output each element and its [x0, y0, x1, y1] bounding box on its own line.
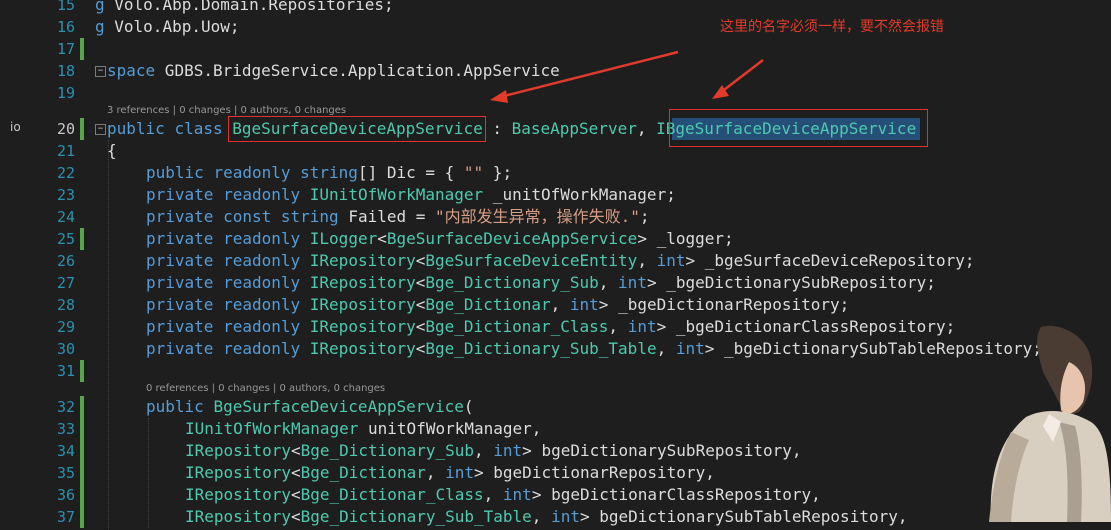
code-line-28: private readonly IRepository<Bge_Diction…: [146, 295, 850, 314]
line-number: 35: [56, 464, 75, 482]
change-indicator: [80, 38, 84, 60]
code-line-33: IUnitOfWorkManager unitOfWorkManager,: [185, 419, 542, 438]
line-number: 25: [56, 230, 75, 248]
line-number: 24: [56, 208, 75, 226]
code-line-18: space GDBS.BridgeService.Application.App…: [107, 61, 560, 80]
annotation-note: 这里的名字必须一样，要不然会报错: [720, 19, 944, 35]
code-line-24: private const string Failed = "内部发生异常，操作…: [146, 207, 650, 226]
code-line-32: public BgeSurfaceDeviceAppService(: [146, 397, 474, 416]
line-number: 23: [56, 186, 75, 204]
code-line-16: g Volo.Abp.Uow;: [95, 17, 240, 36]
line-number: 37: [56, 508, 75, 526]
code-line-26: private readonly IRepository<BgeSurfaceD…: [146, 251, 975, 270]
code-line-27: private readonly IRepository<Bge_Diction…: [146, 273, 936, 292]
code-line-36: IRepository<Bge_Dictionar_Class, int> bg…: [185, 485, 821, 504]
line-number-current: 20: [56, 120, 75, 138]
code-line-22: public readonly string[] Dic = { "" };: [146, 163, 513, 182]
interface-name-highlight-box: [669, 109, 928, 147]
line-number: 15: [56, 0, 75, 14]
line-number: 19: [56, 84, 75, 102]
code-line-37: IRepository<Bge_Dictionary_Sub_Table, in…: [185, 507, 908, 526]
line-number: 21: [56, 142, 75, 160]
code-line-34: IRepository<Bge_Dictionary_Sub, int> bge…: [185, 441, 802, 460]
line-number: 26: [56, 252, 75, 270]
line-number: 22: [56, 164, 75, 182]
line-number: 31: [56, 362, 75, 380]
line-number: 18: [56, 62, 75, 80]
line-number: 29: [56, 318, 75, 336]
change-indicator: [80, 118, 84, 140]
line-number: 32: [56, 398, 75, 416]
line-number: 28: [56, 296, 75, 314]
background-character-illustration: [989, 325, 1111, 522]
change-indicator: [80, 228, 84, 250]
code-line-35: IRepository<Bge_Dictionar, int> bgeDicti…: [185, 463, 715, 482]
code-line-15: g Volo.Abp.Domain.Repositories;: [95, 0, 394, 14]
line-number: 16: [56, 18, 75, 36]
code-line-29: private readonly IRepository<Bge_Diction…: [146, 317, 956, 336]
code-line-23: private readonly IUnitOfWorkManager _uni…: [146, 185, 676, 204]
line-number: 36: [56, 486, 75, 504]
class-name-highlight-box: [228, 116, 486, 142]
line-number: 34: [56, 442, 75, 460]
change-indicator: [80, 360, 84, 382]
code-editor[interactable]: g Volo.Abp.Domain.Repositories; g Volo.A…: [95, 0, 1111, 526]
line-number: 33: [56, 420, 75, 438]
line-number: 27: [56, 274, 75, 292]
codelens-ctor-info[interactable]: 0 references | 0 changes | 0 authors, 0 …: [146, 382, 385, 396]
code-line-21: {: [107, 141, 117, 160]
code-line-30: private readonly IRepository<Bge_Diction…: [146, 339, 1042, 358]
code-line-25: private readonly ILogger<BgeSurfaceDevic…: [146, 229, 734, 248]
line-number: 17: [56, 40, 75, 58]
change-indicator: [80, 396, 84, 528]
line-number: 30: [56, 340, 75, 358]
